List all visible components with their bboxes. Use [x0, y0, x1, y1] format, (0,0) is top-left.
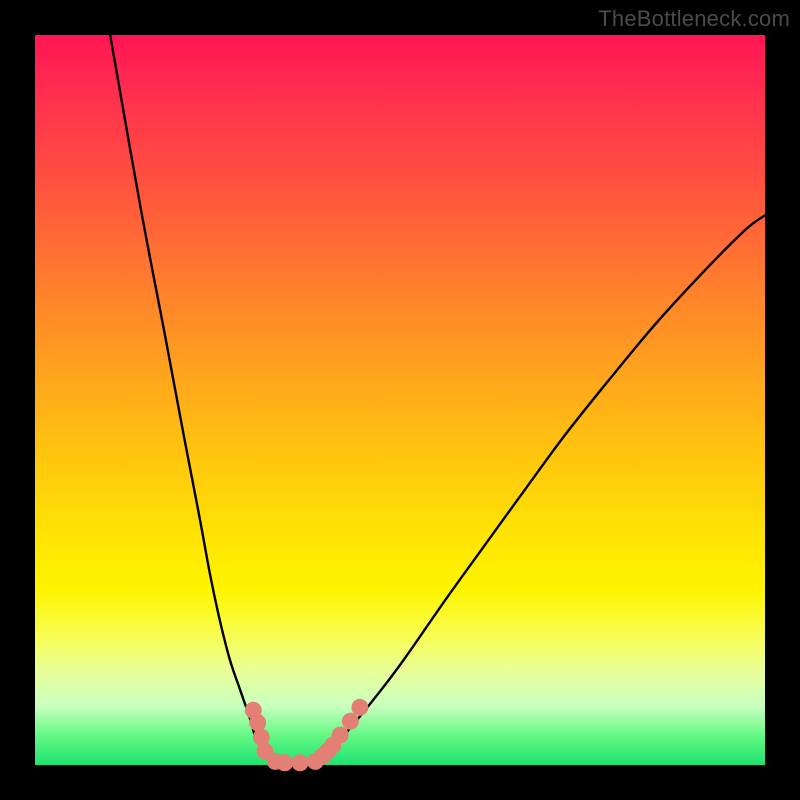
- curve-layer: [35, 35, 765, 765]
- valley-markers: [245, 699, 369, 771]
- bottleneck-curve: [110, 35, 765, 764]
- right-dot-6: [351, 699, 368, 716]
- right-dot-4: [332, 727, 349, 744]
- watermark-text: TheBottleneck.com: [598, 6, 790, 32]
- left-dot-2: [249, 714, 266, 731]
- floor-dot-2: [276, 754, 293, 771]
- floor-dot-3: [291, 754, 308, 771]
- right-dot-5: [342, 713, 359, 730]
- plot-area: [35, 35, 765, 765]
- chart-frame: TheBottleneck.com: [0, 0, 800, 800]
